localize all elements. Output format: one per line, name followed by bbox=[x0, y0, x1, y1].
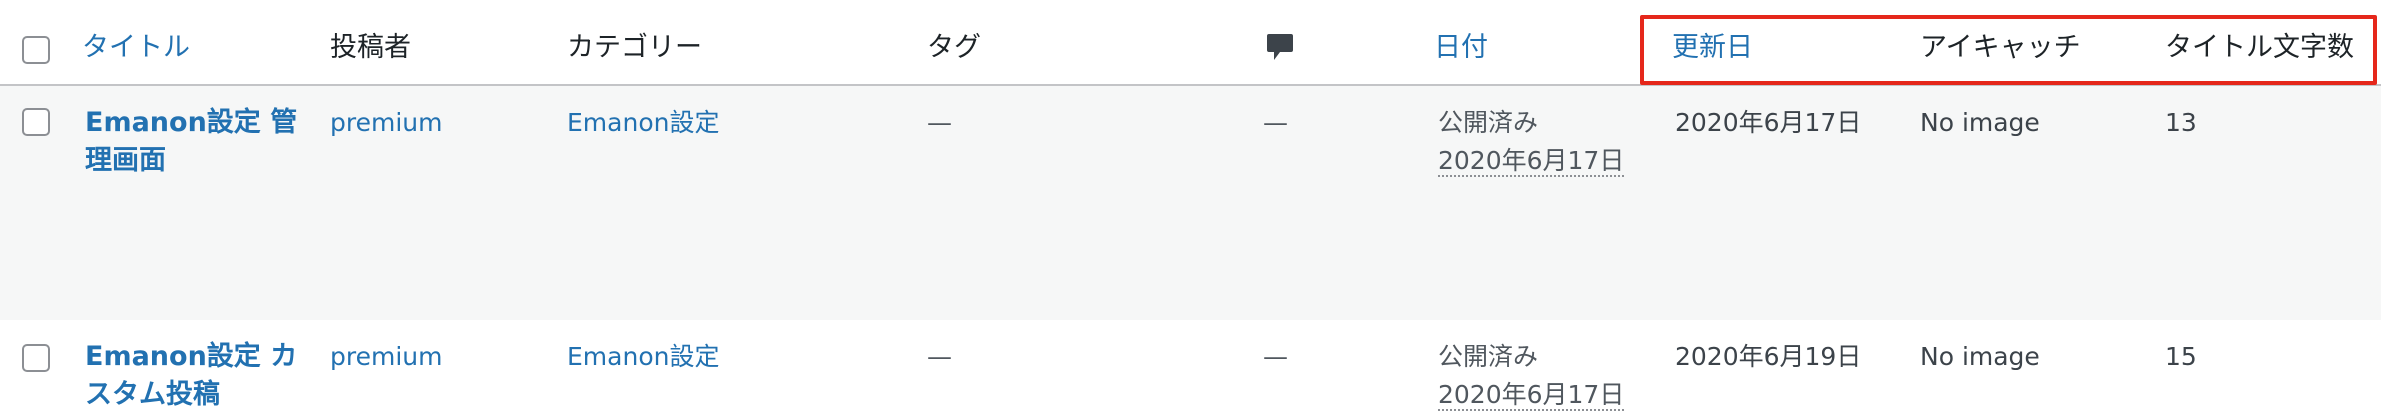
column-header-tags: タグ bbox=[927, 32, 981, 63]
post-date-value: 2020年6月17日 bbox=[1438, 380, 1625, 411]
column-header-title[interactable]: タイトル bbox=[82, 32, 190, 64]
highlight-box bbox=[1640, 15, 2377, 85]
post-status: 公開済み bbox=[1438, 342, 1539, 371]
post-title-length: 15 bbox=[2165, 342, 2197, 371]
post-modified: 2020年6月17日 bbox=[1675, 108, 1862, 137]
table-header: タイトル 投稿者 カテゴリー タグ 日付 更新日 アイキャッチ タイトル文字数 bbox=[0, 0, 2381, 86]
post-tags: — bbox=[927, 342, 952, 371]
post-author-link[interactable]: premium bbox=[330, 338, 442, 376]
post-date-value: 2020年6月17日 bbox=[1438, 146, 1625, 177]
post-title-link[interactable]: Emanon設定 管理画面 bbox=[85, 104, 305, 180]
post-author-link[interactable]: premium bbox=[330, 104, 442, 142]
column-header-author: 投稿者 bbox=[330, 32, 411, 63]
post-eyecatch: No image bbox=[1920, 108, 2040, 137]
posts-list-table: タイトル 投稿者 カテゴリー タグ 日付 更新日 アイキャッチ タイトル文字数 … bbox=[0, 0, 2381, 420]
post-title-link[interactable]: Emanon設定 カスタム投稿 bbox=[85, 338, 305, 414]
comment-bubble-icon bbox=[1267, 34, 1293, 60]
post-date: 2020年6月17日 bbox=[1438, 142, 1625, 180]
column-header-categories: カテゴリー bbox=[567, 32, 702, 63]
post-category-link[interactable]: Emanon設定 bbox=[567, 338, 719, 376]
post-category-link[interactable]: Emanon設定 bbox=[567, 104, 719, 142]
post-tags: — bbox=[927, 108, 952, 137]
table-row: Emanon設定 管理画面 premium Emanon設定 — — 公開済み … bbox=[0, 86, 2381, 320]
row-checkbox[interactable] bbox=[22, 108, 50, 136]
post-status: 公開済み bbox=[1438, 108, 1539, 137]
post-date: 2020年6月17日 bbox=[1438, 376, 1625, 414]
post-comments: — bbox=[1263, 342, 1288, 371]
column-header-date[interactable]: 日付 bbox=[1434, 32, 1488, 64]
post-comments: — bbox=[1263, 108, 1288, 137]
post-title-length: 13 bbox=[2165, 108, 2197, 137]
select-all-checkbox[interactable] bbox=[22, 36, 50, 64]
row-checkbox[interactable] bbox=[22, 344, 50, 372]
post-modified: 2020年6月19日 bbox=[1675, 342, 1862, 371]
post-eyecatch: No image bbox=[1920, 342, 2040, 371]
table-row: Emanon設定 カスタム投稿 premium Emanon設定 — — 公開済… bbox=[0, 320, 2381, 420]
